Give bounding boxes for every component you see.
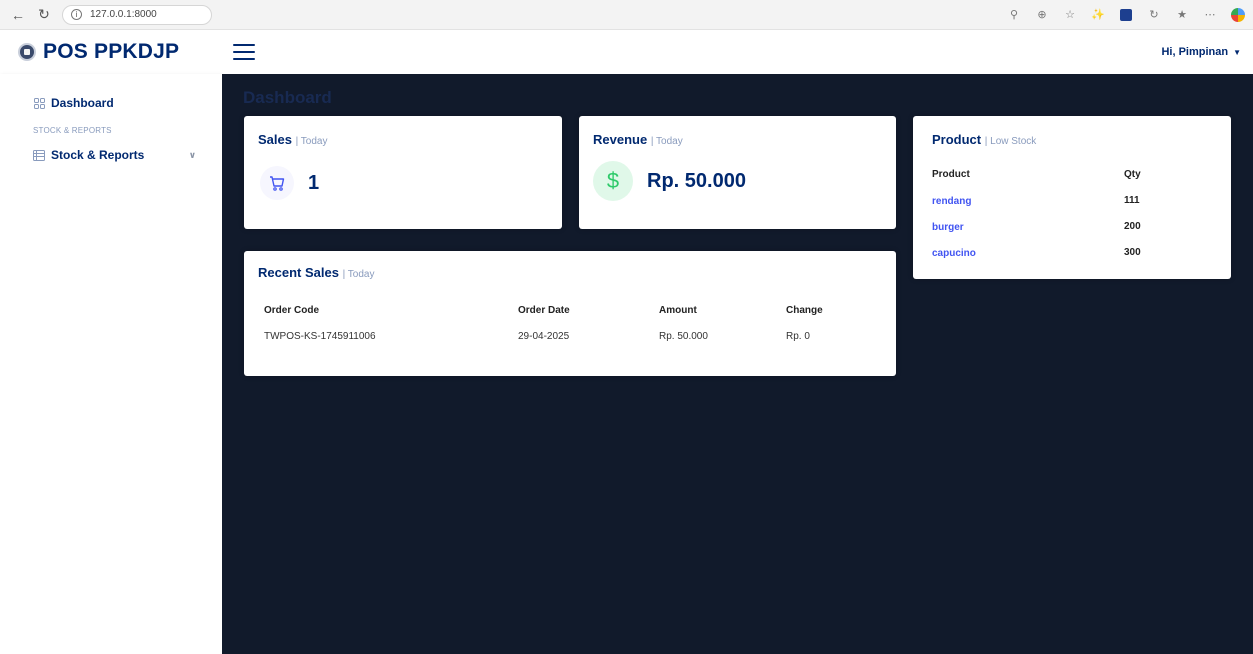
- change-cell: Rp. 0: [786, 330, 810, 342]
- menu-toggle-icon[interactable]: [233, 44, 255, 60]
- product-link[interactable]: rendang: [932, 196, 971, 207]
- recent-sales-card: Recent Sales | Today Order Code Order Da…: [244, 251, 896, 376]
- sales-metric: 1: [258, 166, 548, 200]
- product-link[interactable]: burger: [932, 222, 964, 233]
- star-icon[interactable]: ☆: [1063, 8, 1077, 22]
- dollar-icon: $: [593, 161, 633, 201]
- revenue-subtitle: | Today: [650, 136, 683, 147]
- chevron-down-icon[interactable]: ∨: [189, 150, 196, 161]
- caret-down-icon: ▼: [1233, 47, 1241, 57]
- brand-logo[interactable]: POS PPKDJP: [18, 40, 223, 64]
- table-row: burger 200: [932, 213, 1212, 239]
- cart-icon: [260, 166, 294, 200]
- product-low-stock-card: Product | Low Stock Product Qty rendang …: [913, 116, 1231, 279]
- order-date-cell: 29-04-2025: [518, 330, 570, 342]
- product-cell: burger: [932, 213, 1124, 239]
- amount-cell: Rp. 50.000: [659, 330, 708, 342]
- product-table: Product Qty rendang 111 burger 200 capuc…: [932, 161, 1212, 265]
- sidebar-item-label: Dashboard: [51, 96, 114, 110]
- card-title: Sales | Today: [258, 132, 548, 147]
- sales-value: 1: [308, 171, 320, 194]
- zoom-icon[interactable]: ⊕: [1035, 8, 1049, 22]
- qty-cell: 300: [1124, 246, 1141, 258]
- url-text: 127.0.0.1:8000: [90, 9, 157, 20]
- sales-title: Sales: [258, 132, 292, 147]
- list-icon: [33, 149, 45, 161]
- table-header-row: Order Code Order Date Amount Change: [264, 297, 823, 323]
- browser-toolbar: ← ↻ i 127.0.0.1:8000 ⚲ ⊕ ☆ ✨ ↻ ★ ⋯: [0, 0, 1253, 30]
- recent-sales-subtitle: | Today: [342, 269, 375, 280]
- revenue-title: Revenue: [593, 132, 648, 147]
- sidebar-item-stock-reports[interactable]: Stock & Reports ∨: [0, 146, 222, 164]
- sidebar-item-dashboard[interactable]: Dashboard: [0, 94, 222, 112]
- sidebar: Dashboard STOCK & REPORTS Stock & Report…: [0, 74, 222, 654]
- product-title: Product: [932, 132, 982, 147]
- revenue-value: Rp. 50.000: [647, 169, 746, 192]
- reload-icon[interactable]: ↻: [34, 5, 54, 25]
- app-header: POS PPKDJP Hi, Pimpinan ▼: [0, 30, 1253, 74]
- product-link[interactable]: capucino: [932, 248, 976, 259]
- qty-cell: 111: [1124, 194, 1140, 206]
- column-header: Order Code: [264, 304, 320, 316]
- info-icon[interactable]: i: [71, 9, 82, 20]
- table-row: capucino 300: [932, 239, 1212, 265]
- back-icon[interactable]: ←: [8, 5, 28, 25]
- product-subtitle: | Low Stock: [984, 136, 1037, 147]
- sidebar-section-heading: STOCK & REPORTS: [33, 126, 112, 135]
- main-content: Dashboard Sales | Today 1 Revenue | Toda…: [222, 74, 1253, 654]
- column-header: Amount: [659, 304, 697, 316]
- product-cell: rendang: [932, 187, 1124, 213]
- column-header: Order Date: [518, 304, 570, 316]
- card-title: Revenue | Today: [593, 132, 882, 147]
- recent-sales-table: Order Code Order Date Amount Change TWPO…: [264, 297, 823, 349]
- extension-icon[interactable]: ✨: [1091, 8, 1105, 22]
- card-title: Product | Low Stock: [932, 132, 1212, 147]
- browser-tools: ⚲ ⊕ ☆ ✨ ↻ ★ ⋯: [1007, 7, 1245, 22]
- address-bar[interactable]: i 127.0.0.1:8000: [62, 4, 212, 25]
- user-menu[interactable]: Hi, Pimpinan ▼: [1161, 46, 1241, 58]
- recent-sales-title: Recent Sales: [258, 265, 339, 280]
- order-code-cell: TWPOS-KS-1745911006: [264, 330, 376, 342]
- extension-blue-icon[interactable]: [1119, 8, 1133, 22]
- qty-cell: 200: [1124, 220, 1141, 232]
- page-title: Dashboard: [243, 88, 332, 107]
- column-header: Qty: [1124, 168, 1141, 180]
- sales-subtitle: | Today: [295, 136, 328, 147]
- table-row: TWPOS-KS-1745911006 29-04-2025 Rp. 50.00…: [264, 323, 823, 349]
- table-row: rendang 111: [932, 187, 1212, 213]
- revenue-metric: $ Rp. 50.000: [593, 161, 882, 201]
- column-header: Change: [786, 304, 823, 316]
- sales-card: Sales | Today 1: [244, 116, 562, 229]
- user-greeting: Hi, Pimpinan: [1161, 46, 1229, 58]
- product-cell: capucino: [932, 239, 1124, 265]
- favorites-icon[interactable]: ★: [1175, 8, 1189, 22]
- search-icon[interactable]: ⚲: [1007, 8, 1021, 22]
- sidebar-item-label: Stock & Reports: [51, 148, 145, 162]
- card-title: Recent Sales | Today: [258, 265, 882, 280]
- brand-name: POS PPKDJP: [43, 40, 180, 63]
- table-header-row: Product Qty: [932, 161, 1212, 187]
- refresh-extension-icon[interactable]: ↻: [1147, 8, 1161, 22]
- revenue-card: Revenue | Today $ Rp. 50.000: [579, 116, 896, 229]
- copilot-icon[interactable]: [1231, 7, 1245, 22]
- grid-icon: [33, 97, 45, 109]
- column-header: Product: [932, 168, 970, 180]
- more-icon[interactable]: ⋯: [1203, 8, 1217, 22]
- logo-icon: [18, 43, 36, 61]
